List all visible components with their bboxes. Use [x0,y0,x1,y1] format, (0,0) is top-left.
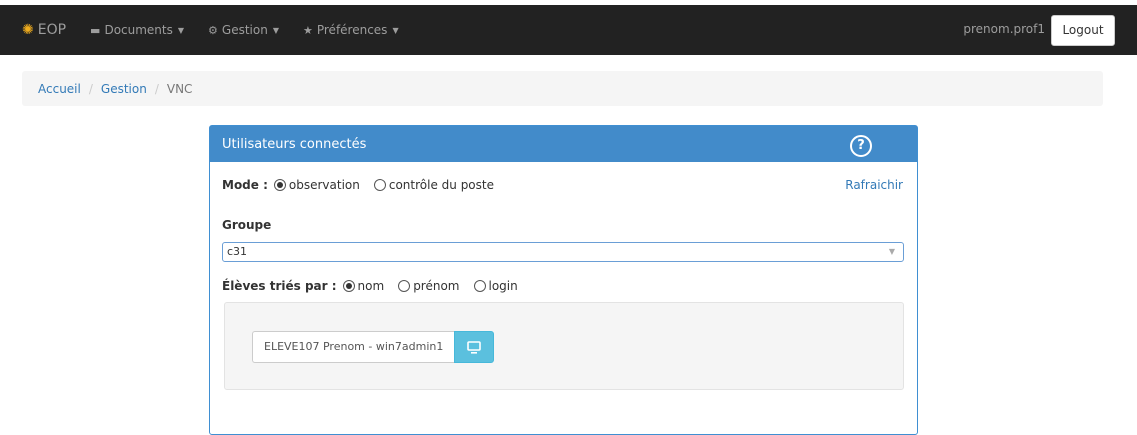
group-select-value: c31 [227,245,248,258]
sun-icon: ✺ [22,22,34,38]
student-item: ELEVE107 Prenom - win7admin1 [252,331,495,363]
caret-down-icon: ▼ [177,25,185,35]
caret-down-icon: ▼ [392,25,399,35]
sort-nom-radio[interactable] [342,280,355,292]
select-arrow-icon: ▼ [888,247,895,256]
user-name: prenom.prof1 [963,22,1045,36]
sort-prenom-label: prénom [413,279,460,293]
breadcrumb: Accueil / Gestion / VNC [22,71,1103,106]
mode-row: Mode : observation contrôle du poste [222,178,508,192]
sort-prenom-radio[interactable] [398,280,411,292]
connected-users-panel: Utilisateurs connectés ? Mode : observat… [209,125,918,435]
mode-observation-label: observation [288,178,360,192]
caret-down-icon: ▼ [272,25,279,35]
folder-icon: ▬ [90,23,101,37]
menu-preferences[interactable]: ★ Préférences ▼ [303,23,399,37]
mode-control-radio[interactable] [373,179,386,191]
vnc-connect-button[interactable] [454,331,495,363]
logout-button[interactable]: Logout [1051,15,1115,46]
menu-gestion[interactable]: ⚙ Gestion ▼ [208,23,279,37]
menu-documents-label: Documents [104,23,173,37]
mode-label: Mode : [222,178,268,192]
student-label: ELEVE107 Prenom - win7admin1 [252,331,455,363]
students-well: ELEVE107 Prenom - win7admin1 [224,302,904,390]
group-select[interactable]: c31 ▼ [222,242,904,262]
top-navbar: ✺ EOP ▬ Documents ▼ ⚙ Gestion ▼ ★ Préfér… [0,5,1137,55]
mode-observation-radio[interactable] [273,179,286,191]
panel-heading: Utilisateurs connectés ? [210,126,917,162]
breadcrumb-current: VNC [166,81,193,96]
refresh-link[interactable]: Rafraichir [845,178,903,192]
mode-control-label: contrôle du poste [388,178,494,192]
mode-control-option[interactable]: contrôle du poste [373,178,494,192]
sort-nom-option[interactable]: nom [342,279,385,293]
star-icon: ★ [302,23,313,37]
sort-login-label: login [488,279,518,293]
sort-row: Élèves triés par : nom prénom login [222,279,532,293]
menu-gestion-label: Gestion [221,23,268,37]
help-icon[interactable]: ? [850,135,872,157]
mode-observation-option[interactable]: observation [273,178,360,192]
brand-link[interactable]: ✺ EOP [22,22,66,38]
menu-preferences-label: Préférences [316,23,388,37]
brand-label: EOP [37,22,67,38]
breadcrumb-accueil[interactable]: Accueil [38,82,81,96]
gears-icon: ⚙ [208,23,218,37]
panel-title: Utilisateurs connectés [222,136,367,152]
breadcrumb-gestion[interactable]: Gestion [101,82,147,96]
group-label: Groupe [222,218,272,232]
menu-documents[interactable]: ▬ Documents ▼ [90,23,184,37]
sort-prenom-option[interactable]: prénom [398,279,460,293]
monitor-icon [467,340,482,354]
breadcrumb-separator: / [88,81,93,96]
breadcrumb-separator: / [154,81,159,96]
sort-login-radio[interactable] [473,280,486,292]
sort-nom-label: nom [357,279,385,293]
sort-login-option[interactable]: login [473,279,518,293]
sort-label: Élèves triés par : [222,279,337,293]
